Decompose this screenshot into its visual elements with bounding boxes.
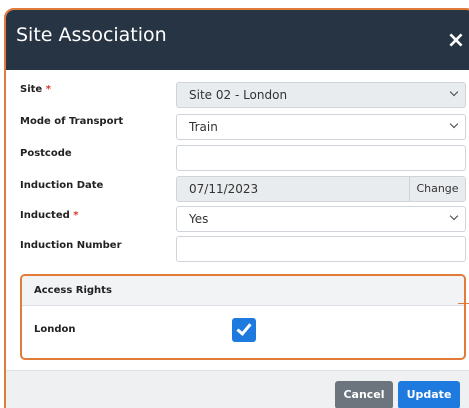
highlight-connector-line	[458, 303, 469, 304]
site-select[interactable]: Site 02 - London	[176, 82, 466, 108]
chevron-down-icon	[449, 207, 459, 231]
site-select-value: Site 02 - London	[189, 88, 288, 102]
access-right-label-london: London	[34, 324, 76, 335]
chevron-down-icon	[449, 83, 459, 107]
close-icon[interactable]: ×	[446, 30, 466, 52]
required-mark: *	[45, 84, 51, 95]
access-right-checkbox-london[interactable]	[232, 318, 256, 342]
check-icon	[236, 320, 252, 336]
modal-footer: Cancel Update	[6, 370, 469, 408]
induction-number-label: Induction Number	[20, 240, 122, 251]
update-button[interactable]: Update	[398, 381, 460, 408]
induction-number-input[interactable]	[176, 236, 466, 262]
site-label-text: Site	[20, 84, 43, 95]
mode-of-transport-value: Train	[189, 120, 218, 134]
mode-of-transport-label: Mode of Transport	[20, 116, 124, 127]
chevron-down-icon	[449, 115, 459, 139]
access-rights-heading: Access Rights	[22, 276, 464, 306]
required-mark: *	[73, 210, 79, 221]
cancel-button[interactable]: Cancel	[335, 381, 393, 408]
mode-of-transport-select[interactable]: Train	[176, 114, 466, 140]
inducted-select[interactable]: Yes	[176, 206, 466, 232]
access-rights-panel: Access Rights London	[20, 274, 466, 360]
site-association-modal: Site Association × Site * Site 02 - Lond…	[4, 8, 469, 408]
inducted-value: Yes	[189, 212, 209, 226]
postcode-label: Postcode	[20, 148, 72, 159]
inducted-label: Inducted *	[20, 210, 78, 221]
modal-header: Site Association ×	[6, 10, 469, 70]
inducted-label-text: Inducted	[20, 210, 70, 221]
induction-date-value: 07/11/2023	[189, 182, 259, 196]
induction-date-label: Induction Date	[20, 180, 104, 191]
site-label: Site *	[20, 84, 51, 95]
induction-date-input[interactable]: 07/11/2023 Change	[176, 176, 466, 202]
change-date-button[interactable]: Change	[409, 177, 465, 201]
modal-title: Site Association	[16, 24, 167, 46]
postcode-input[interactable]	[176, 145, 466, 171]
